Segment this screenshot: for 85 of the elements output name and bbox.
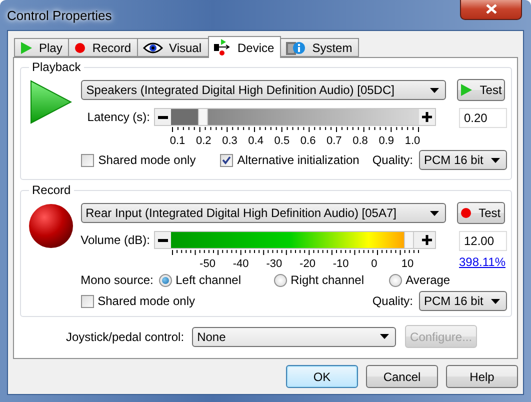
record-dot-icon [460,208,471,218]
close-icon [486,4,496,14]
play-icon [20,40,33,54]
group-title: Record [29,183,74,197]
play-icon [30,80,72,124]
tick-label: 1.0 [404,135,420,147]
eye-icon [143,42,164,54]
joystick-dropdown[interactable]: None [192,326,396,346]
latency-label: Latency (s): [87,110,150,124]
checkbox[interactable] [81,154,94,166]
quality-dropdown[interactable]: PCM 16 bit [419,291,507,311]
tick-label: 0.7 [326,135,342,147]
record-device-dropdown[interactable]: Rear Input (Integrated Digital High Definition Audio) [05A7] [80,203,446,223]
tick-label: 0.4 [248,135,264,147]
increase-button[interactable] [419,232,435,248]
tick-label: 10 [401,258,414,270]
dropdown-caret-icon [491,298,500,304]
radio-option[interactable]: Left channel [158,273,266,287]
tick-label: -50 [200,258,216,270]
radio-label: Left channel [176,273,242,287]
checkbox[interactable] [80,294,94,308]
minus-icon [158,116,168,118]
dialog-button[interactable]: Cancel [366,365,438,388]
slider-thumb[interactable] [198,109,208,125]
radio-button[interactable] [388,274,402,286]
increase-button[interactable] [419,109,435,125]
checkbox[interactable] [220,154,234,166]
plus-icon [422,235,432,245]
volume-value-field[interactable]: 12.00 [459,231,507,251]
dropdown-caret-icon [430,210,439,216]
checkbox-label: Shared mode only [98,153,196,167]
dropdown-caret-icon [430,88,440,92]
tick-label: 0.9 [378,135,394,147]
tick-label: -10 [332,258,349,270]
radio-option[interactable]: Right channel [274,273,381,287]
group-title: Playback [29,60,84,74]
tab[interactable]: Play [14,38,70,57]
volume-label: Volume (dB): [80,233,150,247]
radio-button[interactable] [274,274,287,286]
percent-link[interactable]: 398.11% [459,255,507,269]
checkmark-icon [222,156,232,164]
record-sphere-icon [28,203,74,249]
radio-button[interactable] [158,274,172,286]
test-button[interactable]: Test [457,79,506,101]
radio-label: Right channel [290,273,364,287]
tab[interactable]: Device [208,36,282,58]
dropdown-caret-icon [380,334,390,339]
radio-option[interactable]: Average [388,273,450,287]
record-dot-icon [74,42,86,54]
dialog-button[interactable]: OK [286,365,358,388]
minus-icon [158,238,168,242]
dialog-button[interactable]: Help [446,365,518,388]
play-icon [460,84,472,96]
tick-label: -40 [232,258,249,270]
tick-label: 0.5 [274,135,290,147]
tick-label: 0.1 [170,135,186,147]
slider-thumb[interactable] [404,232,414,248]
tab[interactable]: Visual [137,38,208,57]
tick-label: -30 [266,258,282,270]
tick-label: 0.2 [196,135,212,147]
test-button[interactable]: Test [456,202,505,224]
tab[interactable]: Record [68,38,138,57]
tick-label: 0.6 [300,135,316,147]
latency-value-field[interactable]: 0.20 [459,108,507,128]
mono-source-label: Mono source: [80,273,151,287]
tick-label: 0.3 [222,135,238,147]
slider-track[interactable] [154,108,436,126]
quality-dropdown[interactable]: PCM 16 bit [419,150,507,170]
computer-info-icon [286,39,306,56]
window-title: Control Properties [7,8,112,23]
tab[interactable]: System [280,38,360,57]
dropdown-caret-icon [491,158,500,162]
tick-label: -20 [300,258,316,270]
tick-label: 0.8 [352,135,368,147]
quality-label: Quality: [372,153,413,167]
joystick-label: Joystick/pedal control: [66,330,184,344]
tick-label: 0 [371,258,378,270]
radio-label: Average [406,273,450,287]
quality-label: Quality: [372,294,413,308]
device-icon [214,39,232,56]
slider-track[interactable] [154,231,436,249]
plus-icon [422,112,432,122]
close-button[interactable] [460,0,522,20]
playback-device-dropdown[interactable]: Speakers (Integrated Digital High Definition Audio) [05DC] [81,80,446,100]
shared-mode-checkbox[interactable]: Shared mode only [81,153,212,167]
